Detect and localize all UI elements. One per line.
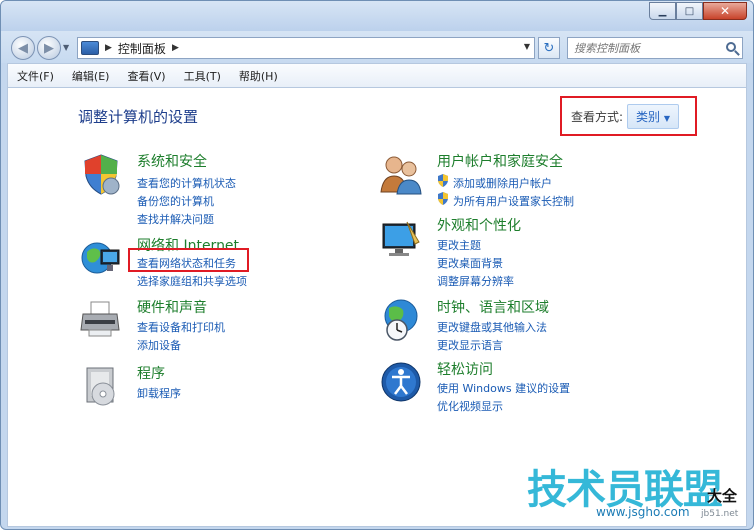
- page-title: 调整计算机的设置: [78, 108, 199, 126]
- link-windows-recommended-settings[interactable]: 使用 Windows 建议的设置: [437, 380, 570, 396]
- link-change-theme[interactable]: 更改主题: [437, 237, 481, 253]
- view-by-label: 查看方式:: [571, 109, 624, 124]
- search-input[interactable]: [568, 38, 718, 58]
- recent-pages-dropdown-icon[interactable]: ▼: [63, 43, 69, 52]
- title-bar[interactable]: ▁ □ ✕: [1, 1, 753, 31]
- window-controls: ▁ □ ✕: [649, 2, 747, 20]
- network-icon: [81, 242, 120, 274]
- watermark-url: www.jsgho.com: [596, 505, 690, 519]
- refresh-button[interactable]: ↻: [538, 37, 560, 59]
- back-button[interactable]: ◀: [11, 36, 35, 60]
- category-title[interactable]: 硬件和声音: [137, 297, 207, 317]
- globe-clock-icon: [384, 299, 418, 341]
- search-box[interactable]: [567, 37, 743, 59]
- menu-tools[interactable]: 工具(T): [175, 68, 230, 84]
- close-button[interactable]: ✕: [703, 2, 747, 20]
- category-title[interactable]: 轻松访问: [437, 359, 493, 379]
- programs-icon: [86, 367, 115, 406]
- ease-access-icon: [381, 362, 421, 402]
- category-title[interactable]: 时钟、语言和区域: [437, 297, 549, 317]
- search-icon[interactable]: [726, 42, 736, 52]
- address-row: ◀ ▶ ▼ ▶ 控制面板 ▶ ▼ ↻: [1, 31, 753, 63]
- view-by-dropdown[interactable]: 类别 ▼: [627, 103, 680, 129]
- dropdown-arrow-icon: ▼: [663, 113, 671, 123]
- category-title[interactable]: 系统和安全: [137, 151, 207, 171]
- link-view-devices-printers[interactable]: 查看设备和打印机: [137, 319, 225, 335]
- menu-bar: 文件(F) 编辑(E) 查看(V) 工具(T) 帮助(H): [7, 63, 747, 87]
- watermark-suffix: 大全: [707, 487, 738, 505]
- link-find-fix-problems[interactable]: 查找并解决问题: [137, 211, 214, 227]
- maximize-button[interactable]: □: [676, 2, 703, 20]
- refresh-icon: ↻: [543, 40, 555, 56]
- link-uninstall-program[interactable]: 卸载程序: [137, 385, 181, 401]
- link-optimize-visual-display[interactable]: 优化视频显示: [437, 398, 503, 414]
- category-title[interactable]: 外观和个性化: [437, 215, 521, 235]
- users-icon: [380, 156, 422, 195]
- menu-view[interactable]: 查看(V): [118, 68, 174, 84]
- control-panel-window: ▁ □ ✕ ◀ ▶ ▼ ▶ 控制面板 ▶ ▼ ↻ 文件(F) 编辑(E) 查看(…: [0, 0, 754, 530]
- category-title[interactable]: 程序: [137, 363, 165, 383]
- link-change-desktop-background[interactable]: 更改桌面背景: [437, 255, 503, 271]
- breadcrumb-chevron-icon[interactable]: ▶: [172, 43, 179, 53]
- address-bar[interactable]: ▶ 控制面板 ▶ ▼: [77, 37, 535, 59]
- category-title[interactable]: 用户帐户和家庭安全: [437, 151, 563, 171]
- link-change-display-language[interactable]: 更改显示语言: [437, 337, 503, 353]
- link-backup-computer[interactable]: 备份您的计算机: [137, 193, 214, 209]
- menu-file[interactable]: 文件(F): [8, 68, 63, 84]
- forward-button[interactable]: ▶: [37, 36, 61, 60]
- back-arrow-icon: ◀: [18, 40, 28, 56]
- view-by-value: 类别: [636, 109, 661, 124]
- highlight-network-status: [128, 248, 249, 272]
- watermark-small: jb51.net: [701, 509, 739, 519]
- breadcrumb-control-panel[interactable]: 控制面板: [118, 40, 166, 57]
- appearance-icon: [382, 221, 420, 256]
- shield-icon: [84, 154, 120, 195]
- link-change-keyboard-input[interactable]: 更改键盘或其他输入法: [437, 319, 547, 335]
- menu-help[interactable]: 帮助(H): [230, 68, 287, 84]
- link-add-remove-accounts[interactable]: 添加或删除用户帐户: [453, 175, 552, 191]
- link-parental-controls[interactable]: 为所有用户设置家长控制: [453, 193, 574, 209]
- address-dropdown-icon[interactable]: ▼: [524, 42, 530, 51]
- control-panel-icon: [81, 41, 99, 55]
- view-by-control: 查看方式: 类别 ▼: [560, 96, 697, 136]
- breadcrumb-chevron-icon[interactable]: ▶: [105, 43, 112, 53]
- link-homegroup-sharing[interactable]: 选择家庭组和共享选项: [137, 273, 247, 289]
- menu-edit[interactable]: 编辑(E): [63, 68, 119, 84]
- link-add-device[interactable]: 添加设备: [137, 337, 181, 353]
- uac-shield-icon: [438, 174, 448, 187]
- link-adjust-resolution[interactable]: 调整屏幕分辨率: [437, 273, 514, 289]
- uac-shield-icon: [438, 192, 448, 205]
- minimize-button[interactable]: ▁: [649, 2, 676, 20]
- forward-arrow-icon: ▶: [44, 40, 54, 56]
- printer-icon: [80, 301, 120, 337]
- link-view-computer-status[interactable]: 查看您的计算机状态: [137, 175, 236, 191]
